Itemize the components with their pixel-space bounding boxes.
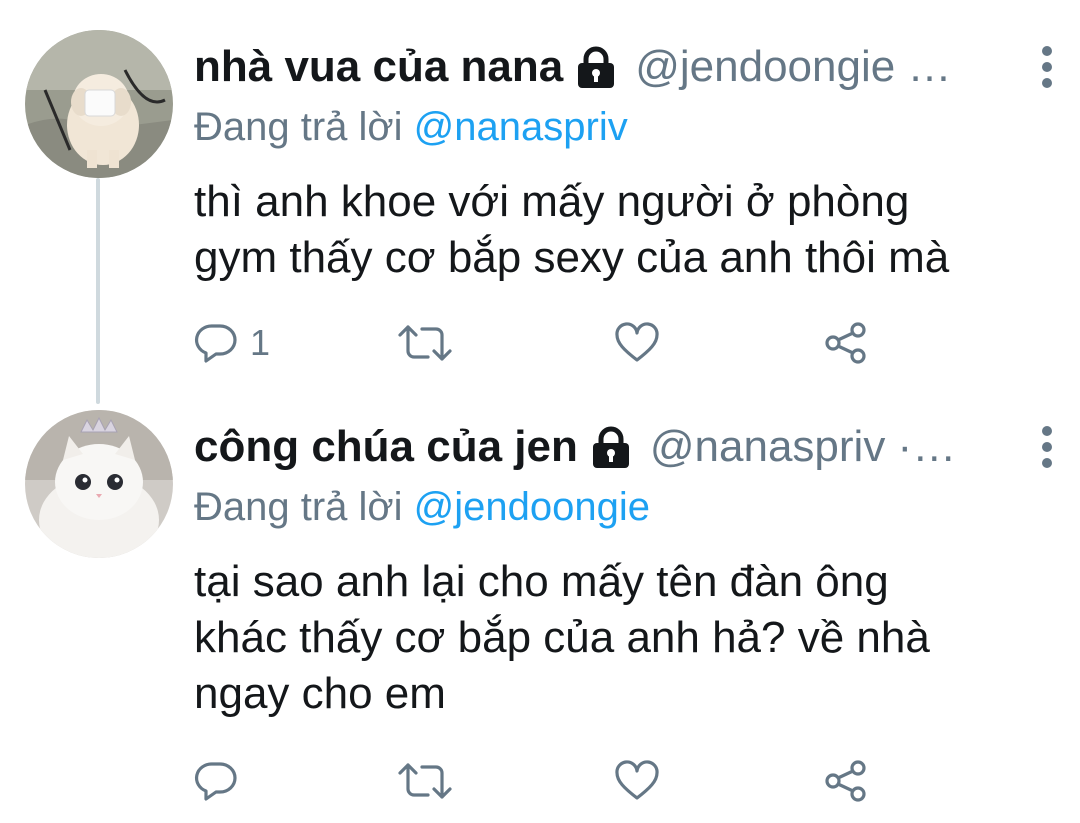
share-icon — [824, 759, 868, 803]
replying-to-prefix: Đang trả lời — [194, 105, 403, 149]
replying-to: Đang trả lời @jendoongie — [194, 478, 1020, 536]
reply-button[interactable] — [194, 756, 250, 806]
heart-icon — [614, 322, 660, 364]
retweet-icon — [398, 761, 452, 801]
tweet-text-line: tại sao anh lại cho mấy tên đàn ông — [194, 557, 889, 606]
like-button[interactable] — [614, 318, 660, 368]
tweet-actions: 1 — [194, 318, 894, 368]
heart-icon — [614, 760, 660, 802]
tweet-header: công chúa của jen @nanaspriv ·… — [194, 416, 1020, 478]
tweet-text-line: khác thấy cơ bắp của anh hả? về nhà — [194, 613, 930, 662]
display-name[interactable]: công chúa của jen — [194, 416, 578, 478]
more-vertical-icon[interactable] — [1039, 44, 1055, 90]
tweet-text-line: gym thấy cơ bắp sexy của anh thôi mà — [194, 233, 950, 282]
share-button[interactable] — [824, 318, 868, 368]
lock-icon — [590, 425, 632, 469]
share-icon — [824, 321, 868, 365]
lock-icon — [575, 45, 617, 89]
reply-icon — [194, 760, 238, 802]
retweet-button[interactable] — [398, 756, 452, 806]
reply-icon — [194, 322, 238, 364]
avatar[interactable] — [25, 30, 173, 178]
tweet-actions — [194, 756, 894, 806]
replying-to-prefix: Đang trả lời — [194, 485, 403, 529]
display-name[interactable]: nhà vua của nana — [194, 36, 563, 98]
tweet-text-line: thì anh khoe với mấy người ở phòng — [194, 177, 910, 226]
tweet-text: tại sao anh lại cho mấy tên đàn ông khác… — [194, 554, 994, 722]
replying-to-mention[interactable]: @nanaspriv — [414, 105, 628, 149]
replying-to-mention[interactable]: @jendoongie — [414, 485, 650, 529]
share-button[interactable] — [824, 756, 868, 806]
like-button[interactable] — [614, 756, 660, 806]
avatar[interactable] — [25, 410, 173, 558]
tweet[interactable]: nhà vua của nana @jendoongie … Đang trả … — [0, 0, 1080, 400]
retweet-button[interactable] — [398, 318, 452, 368]
reply-button[interactable]: 1 — [194, 318, 270, 368]
more-vertical-icon[interactable] — [1039, 424, 1055, 470]
user-handle[interactable]: @nanaspriv ·… — [650, 416, 956, 478]
replying-to: Đang trả lời @nanaspriv — [194, 98, 1020, 156]
user-handle[interactable]: @jendoongie … — [635, 36, 951, 98]
tweet[interactable]: công chúa của jen @nanaspriv ·… Đang trả… — [0, 400, 1080, 823]
reply-count: 1 — [250, 322, 271, 363]
tweet-text-line: ngay cho em — [194, 669, 446, 718]
reply-thread: nhà vua của nana @jendoongie … Đang trả … — [0, 0, 1080, 823]
tweet-header: nhà vua của nana @jendoongie … — [194, 36, 1020, 98]
tweet-text: thì anh khoe với mấy người ở phòng gym t… — [194, 174, 994, 286]
retweet-icon — [398, 323, 452, 363]
